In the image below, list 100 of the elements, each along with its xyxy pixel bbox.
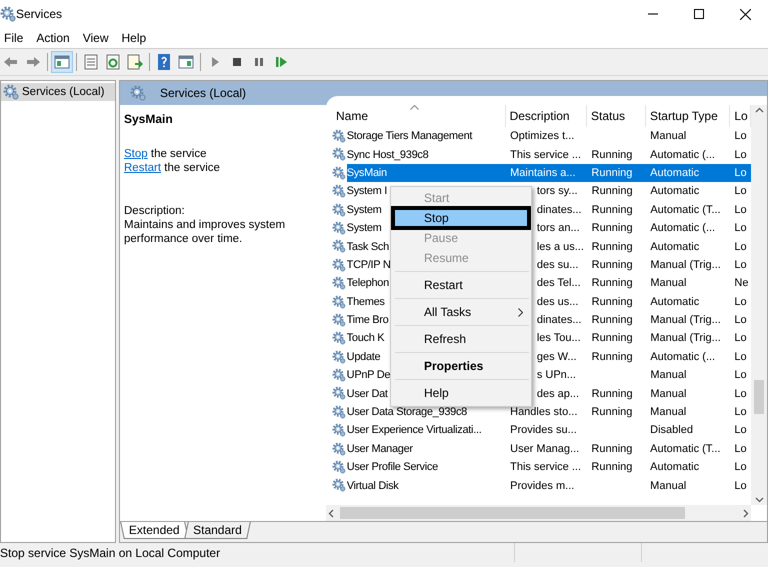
- table-cell-text: Provides m...: [509, 478, 576, 494]
- table-cell[interactable]: Storage Tiers Management: [346, 127, 506, 146]
- table-cell: Maintains a...: [506, 164, 588, 182]
- table-cell-text: Lo: [733, 148, 748, 163]
- table-cell-text: Automatic: [649, 460, 700, 476]
- table-cell-text: Automatic (T...: [649, 442, 722, 457]
- sort-ascending-icon: [410, 105, 419, 110]
- menu-item[interactable]: Help: [391, 383, 531, 403]
- table-cell-text: Running: [590, 294, 634, 310]
- table-cell-text: les Tou...: [536, 331, 582, 346]
- service-icon: [332, 258, 346, 272]
- service-icon: [332, 386, 346, 400]
- menu-item[interactable]: Restart: [391, 275, 531, 295]
- tree-item[interactable]: Services (Local): [1, 83, 115, 101]
- table-cell: Automatic: [646, 164, 730, 182]
- scroll-thumb[interactable]: [754, 380, 764, 414]
- menu-item[interactable]: All Tasks: [391, 302, 531, 322]
- menu-item[interactable]: Action: [32, 31, 76, 45]
- table-cell[interactable]: User Manager: [346, 440, 506, 458]
- table-cell-text: Lo: [733, 129, 748, 144]
- table-cell-text: Automatic (...: [649, 350, 716, 365]
- table-cell-text: Disabled: [649, 423, 694, 438]
- service-icon: [332, 202, 346, 217]
- table-cell-text: Lo: [733, 442, 748, 457]
- table-cell[interactable]: SysMain: [346, 164, 506, 182]
- service-icon: [332, 423, 346, 438]
- table-cell-text: Running: [590, 350, 634, 365]
- scroll-right-icon[interactable]: [741, 508, 751, 518]
- service-icon: [332, 184, 346, 198]
- table-cell-text: Ne: [733, 276, 750, 292]
- horizontal-scrollbar[interactable]: [326, 505, 751, 521]
- table-cell-text: Running: [590, 386, 634, 402]
- scroll-thumb[interactable]: [340, 507, 685, 519]
- service-icon: [332, 239, 346, 254]
- service-icon: [332, 312, 346, 327]
- table-cell: Running: [587, 164, 646, 182]
- table-cell-text: Automatic: [649, 184, 700, 200]
- table-cell-text: Running: [590, 331, 634, 346]
- table-cell[interactable]: User Profile Service: [346, 458, 506, 476]
- action-link[interactable]: Stop: [124, 148, 148, 160]
- table-cell[interactable]: Virtual Disk: [346, 476, 506, 495]
- table-cell-text: Automatic (...: [649, 148, 716, 163]
- action-link[interactable]: Restart: [124, 162, 162, 174]
- menu-item[interactable]: File: [0, 31, 30, 45]
- maximize-icon: [694, 9, 704, 19]
- table-cell-text: Handles sto...: [509, 405, 578, 420]
- menu-item[interactable]: Help: [118, 31, 152, 45]
- service-icon: [332, 276, 346, 290]
- action-pane-icon: [177, 53, 195, 71]
- table-cell-text: s UPn...: [536, 368, 577, 384]
- table-cell-text: Lo: [733, 460, 748, 476]
- table-cell-text: Running: [590, 442, 634, 457]
- menu-item[interactable]: Properties: [391, 356, 531, 376]
- toolbar-button[interactable]: [51, 51, 73, 73]
- table-cell-text: Running: [590, 405, 634, 420]
- menu-item[interactable]: View: [78, 31, 114, 45]
- action-text: Stop the service: [124, 147, 208, 161]
- table-cell-text: Lo: [733, 423, 748, 438]
- table-cell-text: Lo: [733, 221, 748, 236]
- service-icon: [332, 147, 346, 162]
- table-cell-text: Lo: [733, 368, 748, 384]
- service-icon: [332, 478, 346, 492]
- table-cell-text: Running: [590, 148, 634, 163]
- menu-item[interactable]: Stop: [391, 206, 531, 230]
- table-cell-text: Running: [590, 276, 634, 292]
- table-cell-text: Running: [590, 184, 634, 200]
- service-icon: [332, 460, 346, 474]
- table-cell[interactable]: Sync Host_939c8: [346, 145, 506, 164]
- service-icon: [332, 368, 346, 382]
- table-cell-text: Automatic: [649, 294, 700, 310]
- column-header[interactable]: Description: [506, 105, 588, 127]
- console-tree-icon: [53, 53, 71, 71]
- table-cell-text: User Manag...: [509, 442, 580, 457]
- close-icon: [740, 8, 750, 20]
- menu-item[interactable]: Refresh: [391, 329, 531, 349]
- table-cell-text: Running: [590, 460, 634, 476]
- service-icon: [332, 404, 346, 419]
- service-name: SysMain: [124, 112, 174, 126]
- view-tab[interactable]: Standard: [184, 522, 250, 539]
- table-cell-text: des ap...: [536, 386, 580, 402]
- table-cell-text: Optimizes t...: [509, 129, 576, 144]
- service-icon: [332, 220, 346, 235]
- table-cell[interactable]: User Data Storage_939c8: [346, 402, 506, 422]
- column-header[interactable]: Name: [332, 105, 506, 127]
- table-cell-text: Manual (Trig...: [649, 313, 722, 328]
- view-tab[interactable]: Extended: [120, 522, 189, 539]
- table-cell[interactable]: User Experience Virtualizati...: [346, 421, 506, 440]
- table-cell-text: Manual: [649, 386, 688, 402]
- scroll-left-icon[interactable]: [326, 508, 336, 518]
- table-cell-text: Lo: [733, 294, 748, 310]
- column-header[interactable]: Status: [587, 105, 646, 127]
- table-cell-text: Lo: [733, 240, 748, 255]
- scroll-up-icon[interactable]: [754, 105, 764, 115]
- service-icon: [332, 331, 346, 346]
- table-cell-text: dinates...: [536, 202, 582, 218]
- table-cell-text: Lo: [733, 386, 748, 402]
- column-header[interactable]: Startup Type: [646, 105, 730, 127]
- action-text: Restart the service: [124, 161, 221, 175]
- vertical-scrollbar[interactable]: [751, 105, 767, 505]
- scroll-down-icon[interactable]: [754, 495, 764, 505]
